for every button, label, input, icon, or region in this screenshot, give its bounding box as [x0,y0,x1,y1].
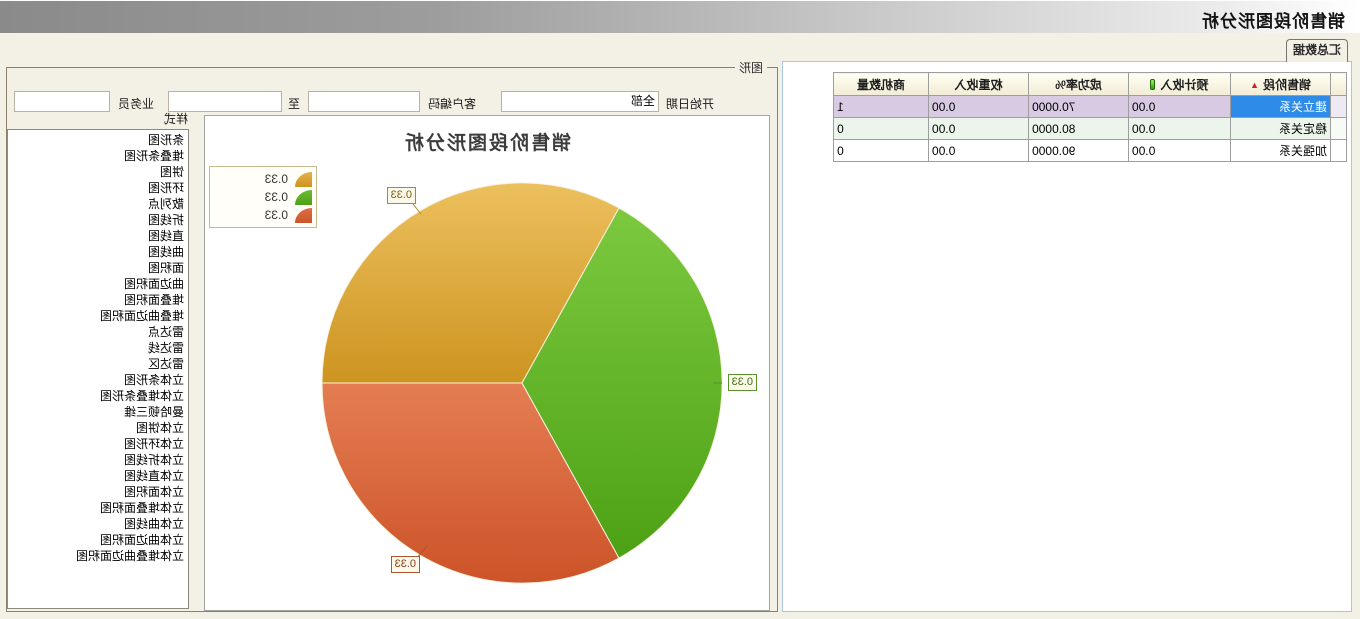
style-list-item[interactable]: 立体环形图 [8,436,188,452]
row-indicator-cell[interactable] [1331,140,1347,162]
col-header-expected-label: 预计收入 [1161,78,1209,92]
stage-cell[interactable]: 稳定关系 [1231,118,1331,140]
table-row: 稳定关系0.0080.00000.000 [834,118,1347,140]
style-list-item[interactable]: 条形图 [8,132,188,148]
sort-asc-icon: ▲ [1250,80,1259,90]
start-date-value: 全部 [631,94,655,108]
chart-legend: 0.33 0.33 0.33 [209,166,317,228]
value-cell[interactable]: 0.00 [929,118,1029,140]
tab-label: 汇总数据 [1293,43,1341,57]
col-header-opportunity-count[interactable]: 商机数量 [834,73,929,96]
value-cell[interactable]: 0.00 [1129,96,1231,118]
value-cell[interactable]: 0.00 [929,96,1029,118]
col-header-stage[interactable]: 销售阶段 ▲ [1231,73,1331,96]
legend-swatch-icon [295,208,312,223]
row-indicator-cell[interactable] [1331,96,1347,118]
legend-label: 0.33 [265,208,288,222]
window-title: 销售阶段图形分析 [1201,7,1345,32]
table-row: 建立关系0.0070.00000.001 [834,96,1347,118]
stage-cell[interactable]: 建立关系 [1231,96,1331,118]
style-list-item[interactable]: 立体条形图 [8,372,188,388]
tab-summary-data[interactable]: 汇总数据 [1286,39,1348,62]
style-list-item[interactable]: 曲线图 [8,244,188,260]
pie-label-slice-3: 0.33 [391,556,420,573]
value-cell[interactable]: 0 [834,118,929,140]
legend-swatch-icon [295,190,312,205]
chart-canvas: 销售阶段图形分析 [204,115,770,611]
style-list-item[interactable]: 立体曲边面积图 [8,532,188,548]
salesman-label: 业务员 [118,95,154,112]
table-header-row: 销售阶段 ▲ 预计收入 成功率% 权重收入 商机数量 [834,73,1347,96]
customer-code-to-field[interactable] [168,91,282,112]
value-cell[interactable]: 80.0000 [1029,118,1129,140]
value-cell[interactable]: 0.00 [1129,118,1231,140]
green-bar-icon [1151,79,1156,90]
style-list-item[interactable]: 雷达区 [8,356,188,372]
customer-code-from-field[interactable] [308,91,420,112]
pie-label-slice-2: 0.33 [728,374,757,391]
style-list-item[interactable]: 曼哈顿三维 [8,404,188,420]
style-list-item[interactable]: 立体直线图 [8,468,188,484]
start-date-label: 开始日期 [666,95,714,112]
chart-groupbox: 图形 开始日期 全部 客户编码 至 业务员 样式 条形图堆叠条形图饼图环形图散列… [6,67,778,612]
start-date-field[interactable]: 全部 [501,91,659,112]
value-cell[interactable]: 0.00 [1129,140,1231,162]
style-list-item[interactable]: 饼图 [8,164,188,180]
style-list-item[interactable]: 环形图 [8,180,188,196]
style-list-item[interactable]: 面积图 [8,260,188,276]
customer-code-label: 客户编码 [428,95,476,112]
value-cell[interactable]: 0 [834,140,929,162]
summary-table: 销售阶段▲ 预计收入 成功率% 权重收入 商机数量 建立关系0.0070.000… [833,72,1347,162]
legend-swatch-icon [295,172,312,187]
row-indicator-cell[interactable] [1331,118,1347,140]
col-header-success-rate[interactable]: 成功率% [1029,73,1129,96]
style-list-item[interactable]: 散列点 [8,196,188,212]
stage-cell[interactable]: 加强关系 [1231,140,1331,162]
style-list-item[interactable]: 立体折线图 [8,452,188,468]
style-list-item[interactable]: 曲边面积图 [8,276,188,292]
style-list-item[interactable]: 直线图 [8,228,188,244]
window-titlebar: 销售阶段图形分析 [0,0,1360,33]
style-list-item[interactable]: 堆叠面积图 [8,292,188,308]
salesman-field[interactable] [14,91,110,112]
style-list-item[interactable]: 堆叠曲边面积图 [8,308,188,324]
legend-row: 0.33 [214,188,312,206]
style-list-item[interactable]: 雷达线 [8,340,188,356]
pie-label-slice-1: 0.33 [387,187,416,204]
style-list-item[interactable]: 立体曲线图 [8,516,188,532]
style-list-label: 样式 [164,110,188,127]
style-list-item[interactable]: 雷达点 [8,324,188,340]
legend-row: 0.33 [214,170,312,188]
table-row: 加强关系0.0090.00000.000 [834,140,1347,162]
value-cell[interactable]: 0.00 [929,140,1029,162]
legend-row: 0.33 [214,206,312,224]
app-window: 销售阶段图形分析 汇总数据 销售阶段 ▲ 预计收入 成功率% [0,0,1360,619]
value-cell[interactable]: 70.0000 [1029,96,1129,118]
summary-table-panel: 销售阶段▲ 预计收入 成功率% 权重收入 商机数量 建立关系0.0070.000… [782,61,1352,612]
style-list-item[interactable]: 立体堆叠曲边面积图 [8,548,188,564]
legend-label: 0.33 [265,172,288,186]
col-header-weighted-income[interactable]: 权重收入 [929,73,1029,96]
col-header-expected-income[interactable]: 预计收入 [1129,73,1231,96]
style-list-item[interactable]: 堆叠条形图 [8,148,188,164]
style-list-item[interactable]: 立体堆叠条形图 [8,388,188,404]
style-list-item[interactable]: 立体饼图 [8,420,188,436]
col-header-stage-label: 销售阶段 [1263,78,1311,92]
to-label: 至 [288,95,300,112]
style-list-item[interactable]: 折线图 [8,212,188,228]
groupbox-caption: 图形 [735,59,767,76]
row-indicator-header [1331,73,1347,96]
legend-label: 0.33 [265,190,288,204]
value-cell[interactable]: 1 [834,96,929,118]
chart-style-list: 条形图堆叠条形图饼图环形图散列点折线图直线图曲线图面积图曲边面积图堆叠面积图堆叠… [7,129,189,609]
value-cell[interactable]: 90.0000 [1029,140,1129,162]
style-list-item[interactable]: 立体面积图 [8,484,188,500]
style-list-item[interactable]: 立体堆叠面积图 [8,500,188,516]
